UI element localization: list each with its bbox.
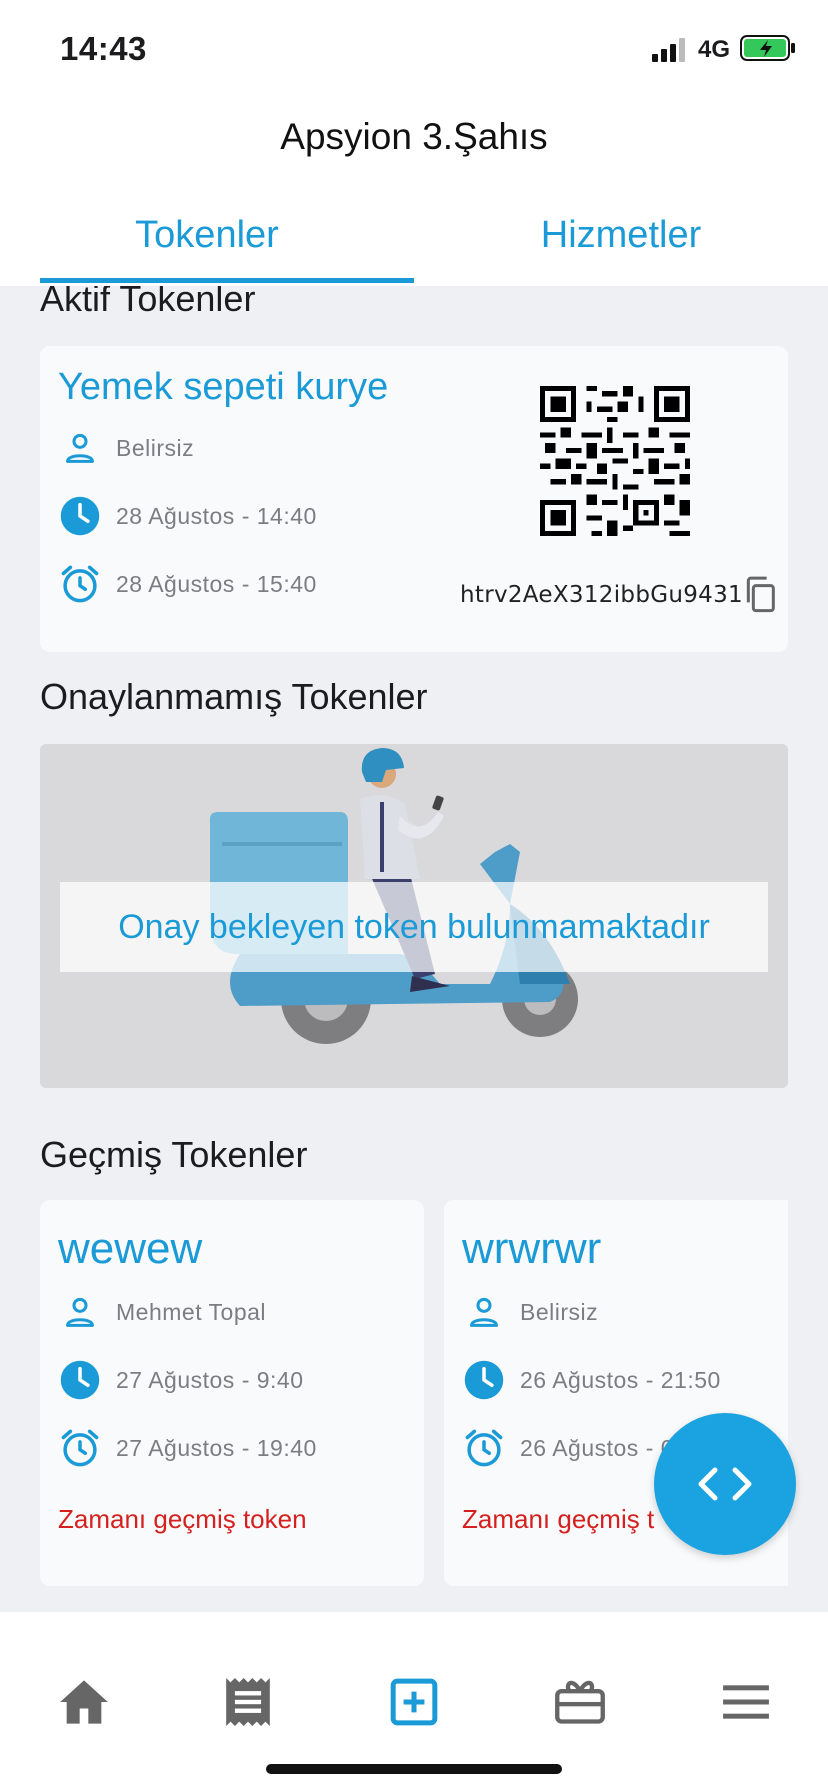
token-title: wrwrwr — [462, 1224, 602, 1273]
token-title: Yemek sepeti kurye — [58, 366, 389, 408]
empty-state: Onay bekleyen token bulunmamaktadır — [40, 744, 788, 1088]
content-area[interactable]: Aktif Tokenler Yemek sepeti kurye Belirs… — [0, 286, 828, 1612]
active-token-card[interactable]: Yemek sepeti kurye Belirsiz 28 Ağustos -… — [40, 346, 788, 652]
code-icon — [698, 1467, 752, 1501]
tab-indicator — [40, 278, 414, 283]
page-title: Apsyion 3.Şahıs — [280, 116, 548, 157]
token-end-time: 28 Ağustos - 15:40 — [116, 570, 317, 597]
tab-hizmetler[interactable]: Hizmetler — [414, 214, 828, 257]
add-box-icon — [390, 1678, 438, 1726]
token-start-time: 26 Ağustos - 21:50 — [520, 1366, 721, 1393]
clock-icon — [462, 1358, 506, 1402]
active-tokens-title: Aktif Tokenler — [40, 286, 256, 319]
token-title: wewew — [58, 1224, 203, 1273]
status-time: 14:43 — [60, 30, 147, 67]
token-start-time: 28 Ağustos - 14:40 — [116, 502, 317, 529]
nav-add-token[interactable] — [384, 1672, 444, 1732]
gift-card-icon — [555, 1680, 605, 1724]
signal-icon — [652, 38, 685, 62]
copy-icon[interactable] — [740, 574, 780, 614]
home-icon — [60, 1680, 108, 1724]
empty-message: Onay bekleyen token bulunmamaktadır — [60, 882, 768, 972]
token-start-time: 27 Ağustos - 9:40 — [116, 1366, 304, 1393]
network-type: 4G — [698, 36, 731, 63]
battery-icon — [740, 35, 795, 61]
alarm-icon — [58, 562, 102, 606]
token-end-time: 27 Ağustos - 19:40 — [116, 1434, 317, 1461]
token-end-row: 27 Ağustos - 19:40 — [58, 1426, 317, 1470]
token-user: Belirsiz — [116, 434, 195, 461]
person-icon — [58, 426, 102, 470]
person-icon — [462, 1290, 506, 1334]
expired-status: Zamanı geçmiş t — [462, 1504, 655, 1534]
past-tokens-title: Geçmiş Tokenler — [40, 1134, 308, 1175]
token-user: Mehmet Topal — [116, 1298, 267, 1325]
tab-tokenler[interactable]: Tokenler — [0, 214, 414, 257]
token-start-row: 26 Ağustos - 21:50 — [462, 1358, 721, 1402]
alarm-icon — [462, 1426, 506, 1470]
token-end-row: 26 Ağustos - 0 — [462, 1426, 674, 1470]
pending-tokens-title: Onaylanmamış Tokenler — [40, 676, 428, 717]
code-toggle-button[interactable] — [654, 1413, 796, 1555]
clock-icon — [58, 1358, 102, 1402]
nav-gift-cards[interactable] — [550, 1672, 610, 1732]
token-end-time: 26 Ağustos - 0 — [520, 1434, 675, 1461]
token-user: Belirsiz — [520, 1298, 599, 1325]
clock-icon — [58, 494, 102, 538]
token-code: htrv2AeX312ibbGu9431 — [460, 582, 743, 608]
nav-home[interactable] — [54, 1672, 114, 1732]
home-indicator — [266, 1764, 562, 1774]
token-user-row: Mehmet Topal — [58, 1290, 266, 1334]
qr-code — [540, 386, 690, 536]
nav-receipts[interactable] — [218, 1672, 278, 1732]
person-icon — [58, 1290, 102, 1334]
past-token-card[interactable]: wewew Mehmet Topal 27 Ağustos - 9:40 27 … — [40, 1200, 424, 1586]
tab-bar: Tokenler Hizmetler — [0, 200, 828, 286]
token-user-row: Belirsiz — [462, 1290, 598, 1334]
expired-status: Zamanı geçmiş token — [58, 1504, 307, 1534]
nav-menu[interactable] — [716, 1672, 776, 1732]
receipt-icon — [226, 1678, 270, 1726]
alarm-icon — [58, 1426, 102, 1470]
token-start-row: 27 Ağustos - 9:40 — [58, 1358, 304, 1402]
status-bar: 14:43 4G — [0, 0, 828, 100]
token-start-row: 28 Ağustos - 14:40 — [58, 494, 317, 538]
token-end-row: 28 Ağustos - 15:40 — [58, 562, 317, 606]
menu-icon — [723, 1685, 769, 1719]
token-user-row: Belirsiz — [58, 426, 194, 470]
